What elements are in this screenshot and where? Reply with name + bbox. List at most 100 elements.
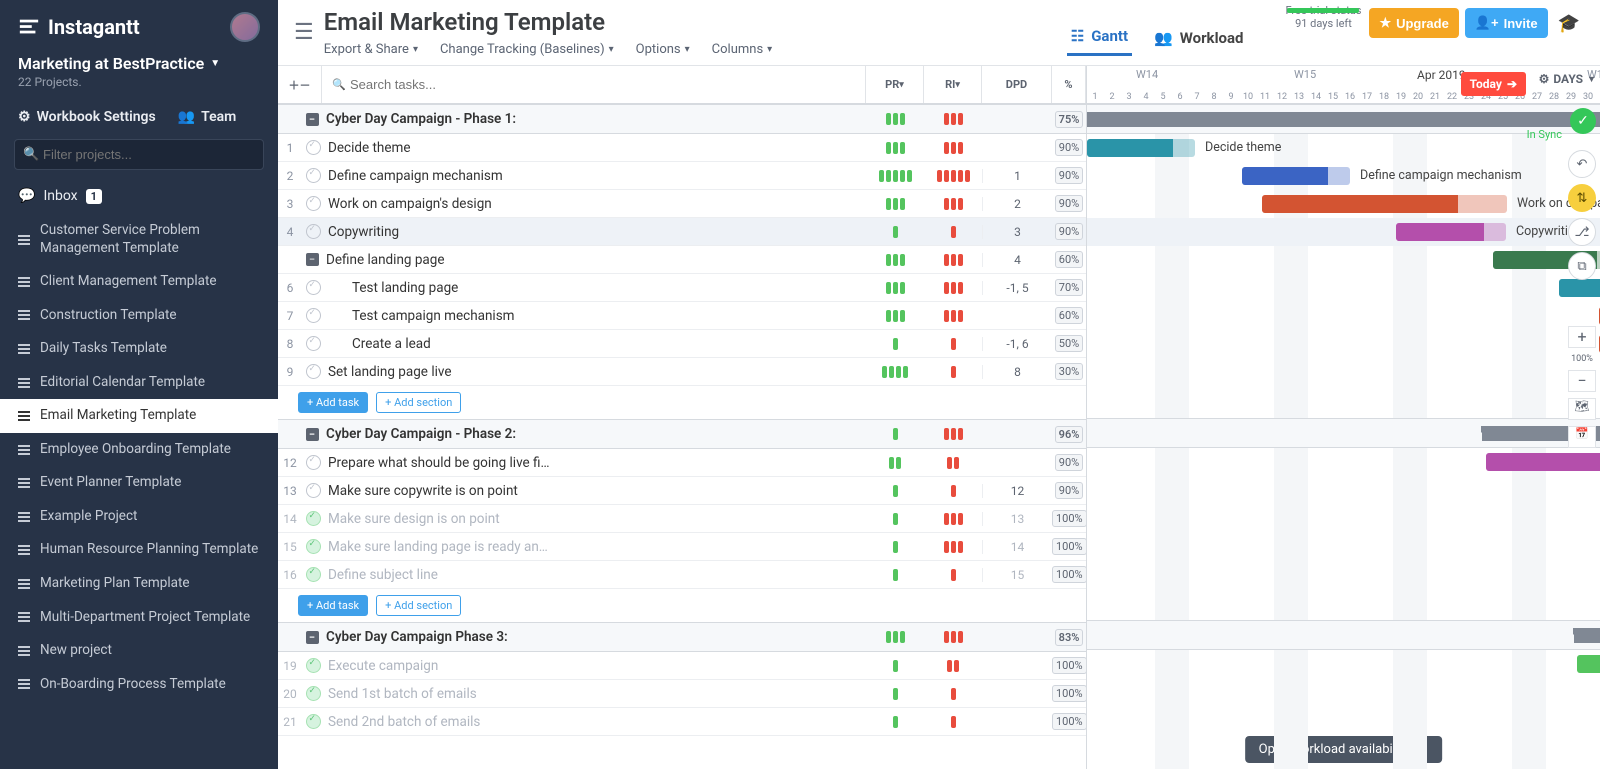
complete-toggle[interactable] (302, 364, 324, 379)
dependency-cell[interactable]: 12 (982, 484, 1052, 498)
priority-cell[interactable] (866, 513, 924, 525)
dependency-cell[interactable]: 14 (982, 540, 1052, 554)
section-row[interactable]: −Cyber Day Campaign Phase 3:83% (278, 622, 1086, 652)
task-row[interactable]: 4Copywriting390% (278, 218, 1086, 246)
risk-cell[interactable] (924, 338, 982, 350)
complete-toggle[interactable] (302, 336, 324, 351)
timescale-button[interactable]: ⚙ DAYS ▼ (1539, 72, 1596, 86)
dependency-cell[interactable]: 15 (982, 568, 1052, 582)
task-row[interactable]: 6Test landing page-1, 570% (278, 274, 1086, 302)
sidebar-project-item[interactable]: Employee Onboarding Template (0, 433, 278, 467)
upgrade-button[interactable]: ★ Upgrade (1369, 8, 1458, 38)
menu-item[interactable]: Export & Share ▾ (324, 42, 418, 57)
priority-cell[interactable] (866, 310, 924, 322)
percent-cell[interactable]: 90% (1052, 482, 1086, 499)
risk-cell[interactable] (924, 142, 982, 154)
gantt-bar[interactable]: Execute camp (1577, 655, 1600, 673)
risk-cell[interactable] (924, 631, 982, 643)
workbook-settings[interactable]: ⚙Workbook Settings (18, 109, 156, 125)
task-row[interactable]: 7Test campaign mechanism60% (278, 302, 1086, 330)
add-task-button[interactable]: + Add task (298, 392, 368, 413)
task-row[interactable]: 20Send 1st batch of emails100% (278, 680, 1086, 708)
inbox-link[interactable]: 💬 Inbox 1 (0, 178, 278, 214)
menu-item[interactable]: Change Tracking (Baselines) ▾ (440, 42, 614, 57)
section-row[interactable]: −Cyber Day Campaign - Phase 2:96% (278, 419, 1086, 449)
section-row[interactable]: −Cyber Day Campaign - Phase 1:75% (278, 104, 1086, 134)
sidebar-project-item[interactable]: Daily Tasks Template (0, 332, 278, 366)
risk-cell[interactable] (924, 716, 982, 728)
priority-cell[interactable] (866, 226, 924, 238)
priority-cell[interactable] (866, 716, 924, 728)
gantt-bar[interactable]: Define campaign mechanism (1242, 167, 1350, 185)
percent-cell[interactable]: 50% (1052, 335, 1086, 352)
sidebar-project-item[interactable]: Editorial Calendar Template (0, 366, 278, 400)
priority-cell[interactable] (866, 660, 924, 672)
filter-projects-input[interactable] (14, 139, 264, 170)
dependency-cell[interactable]: 13 (982, 512, 1052, 526)
undo-button[interactable]: ↶ (1568, 150, 1596, 178)
tab-workload[interactable]: 👥Workload (1150, 19, 1247, 56)
complete-toggle[interactable] (302, 280, 324, 295)
gantt-bar[interactable]: Work on campaign's design (1262, 195, 1507, 213)
task-row[interactable]: 8Create a lead-1, 650% (278, 330, 1086, 358)
dependency-cell[interactable]: 1 (982, 169, 1052, 183)
zoom-out-button[interactable]: − (1568, 370, 1596, 392)
priority-cell[interactable] (866, 366, 924, 378)
today-button[interactable]: Today ➔ (1461, 72, 1526, 96)
priority-cell[interactable] (866, 631, 924, 643)
priority-cell[interactable] (866, 142, 924, 154)
sidebar-project-item[interactable]: Construction Template (0, 299, 278, 333)
team-link[interactable]: 👥Team (178, 109, 237, 125)
percent-cell[interactable]: 90% (1052, 223, 1086, 240)
risk-cell[interactable] (924, 688, 982, 700)
priority-cell[interactable] (866, 282, 924, 294)
task-row[interactable]: 3Work on campaign's design290% (278, 190, 1086, 218)
task-row[interactable]: 2Define campaign mechanism190% (278, 162, 1086, 190)
complete-toggle[interactable] (302, 539, 324, 554)
dependency-cell[interactable]: -1, 6 (982, 337, 1052, 351)
copy-button[interactable]: ⧉ (1568, 252, 1596, 280)
dependency-cell[interactable]: -1, 5 (982, 281, 1052, 295)
menu-item[interactable]: Options ▾ (636, 42, 690, 57)
sidebar-project-item[interactable]: Customer Service Problem Management Temp… (0, 214, 278, 265)
risk-cell[interactable] (924, 254, 982, 266)
expand-collapse-all[interactable]: ＋－ (278, 66, 322, 103)
task-row[interactable]: 13Make sure copywrite is on point1290% (278, 477, 1086, 505)
gantt-bar[interactable]: Decide theme (1087, 139, 1195, 157)
percent-cell[interactable]: 90% (1052, 167, 1086, 184)
complete-toggle[interactable] (302, 686, 324, 701)
gantt-bar[interactable]: Prepare what should (1486, 453, 1600, 471)
priority-cell[interactable] (866, 428, 924, 440)
percent-cell[interactable]: 70% (1052, 279, 1086, 296)
task-row[interactable]: 15Make sure landing page is ready an…141… (278, 533, 1086, 561)
col-dependencies[interactable]: DPD (982, 66, 1052, 103)
task-row[interactable]: 19Execute campaign100% (278, 652, 1086, 680)
percent-cell[interactable]: 96% (1052, 426, 1086, 443)
percent-cell[interactable]: 90% (1052, 139, 1086, 156)
risk-cell[interactable] (924, 457, 982, 469)
zoom-in-button[interactable]: + (1568, 326, 1596, 348)
sidebar-project-item[interactable]: Human Resource Planning Template (0, 533, 278, 567)
percent-cell[interactable]: 100% (1052, 657, 1086, 674)
percent-cell[interactable]: 83% (1052, 629, 1086, 646)
sidebar-project-item[interactable]: Client Management Template (0, 265, 278, 299)
sync-check-icon[interactable]: ✓ (1570, 108, 1596, 134)
brand-logo[interactable]: Instagantt (18, 15, 218, 39)
risk-cell[interactable] (924, 660, 982, 672)
col-risk[interactable]: RI ▾ (924, 66, 982, 103)
sidebar-project-item[interactable]: New project (0, 634, 278, 668)
percent-cell[interactable]: 60% (1052, 251, 1086, 268)
map-button[interactable]: 🗺 (1568, 398, 1596, 420)
add-section-button[interactable]: + Add section (376, 595, 461, 616)
col-percent[interactable]: % (1052, 66, 1086, 103)
priority-cell[interactable] (866, 569, 924, 581)
search-tasks-input[interactable] (332, 77, 865, 92)
risk-cell[interactable] (924, 226, 982, 238)
invite-button[interactable]: 👤+Invite (1465, 8, 1548, 38)
percent-cell[interactable]: 100% (1052, 566, 1086, 583)
open-workload-button[interactable]: Open workload availability⌄ (1245, 736, 1443, 763)
percent-cell[interactable]: 60% (1052, 307, 1086, 324)
sidebar-project-item[interactable]: Marketing Plan Template (0, 567, 278, 601)
percent-cell[interactable]: 30% (1052, 363, 1086, 380)
risk-cell[interactable] (924, 198, 982, 210)
